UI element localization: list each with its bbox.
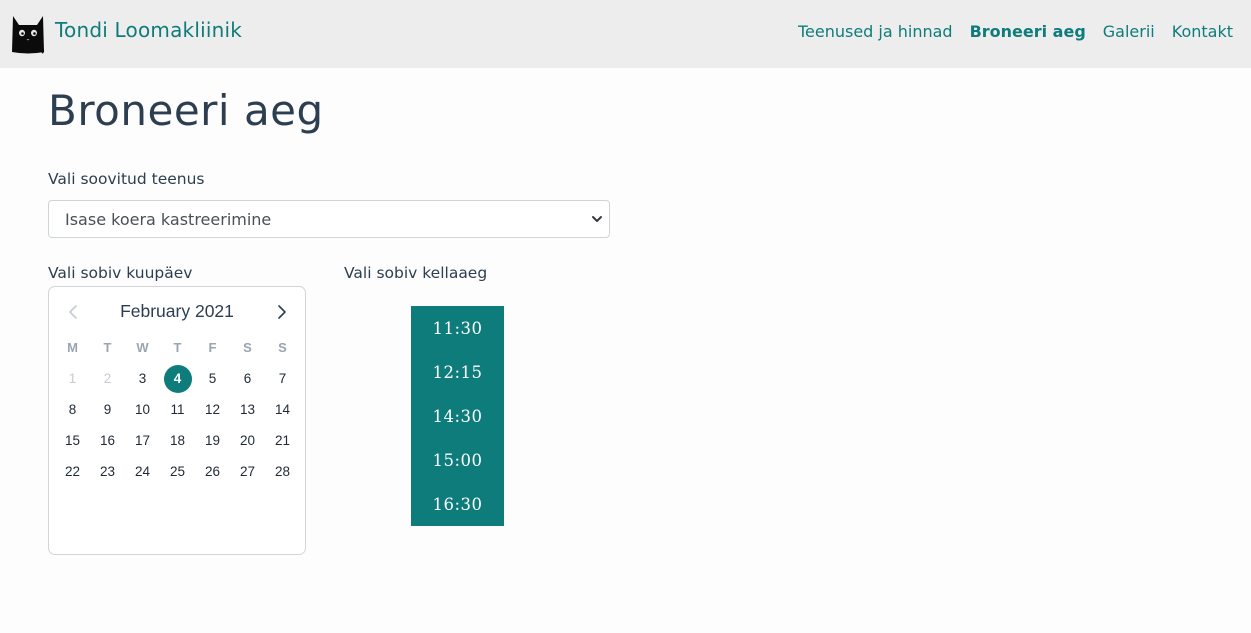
day-number: 25 bbox=[169, 464, 186, 479]
calendar-day[interactable]: 18 bbox=[160, 425, 195, 456]
day-number: 6 bbox=[243, 371, 252, 386]
service-select[interactable]: Isase koera kastreerimine bbox=[48, 200, 610, 238]
calendar-day[interactable]: 28 bbox=[265, 456, 300, 487]
chevron-right-icon[interactable] bbox=[275, 304, 289, 320]
calendar-day[interactable]: 9 bbox=[90, 394, 125, 425]
day-number: 24 bbox=[134, 464, 151, 479]
day-number: 14 bbox=[274, 402, 291, 417]
service-label: Vali soovitud teenus bbox=[48, 170, 205, 188]
time-slot-button[interactable]: 12:15 bbox=[411, 350, 504, 394]
calendar-day[interactable]: 23 bbox=[90, 456, 125, 487]
calendar-day[interactable]: 4 bbox=[160, 363, 195, 394]
calendar-day[interactable]: 24 bbox=[125, 456, 160, 487]
day-number: 10 bbox=[134, 402, 151, 417]
time-slot-button[interactable]: 11:30 bbox=[411, 306, 504, 350]
day-number: 22 bbox=[64, 464, 81, 479]
day-number: 19 bbox=[204, 433, 221, 448]
nav-link-services[interactable]: Teenused ja hinnad bbox=[798, 22, 953, 41]
calendar-day[interactable]: 14 bbox=[265, 394, 300, 425]
day-number: 15 bbox=[64, 433, 81, 448]
calendar-header: February 2021 bbox=[49, 299, 305, 325]
weekday-header: S bbox=[278, 340, 287, 355]
date-label: Vali sobiv kuupäev bbox=[48, 264, 193, 282]
page-title: Broneeri aeg bbox=[48, 86, 324, 135]
weekday-header: T bbox=[103, 340, 112, 355]
calendar-day[interactable]: 12 bbox=[195, 394, 230, 425]
time-slot-button[interactable]: 15:00 bbox=[411, 438, 504, 482]
weekday-header: S bbox=[243, 340, 252, 355]
navbar: Tondi Loomakliinik Teenused ja hinnad Br… bbox=[0, 0, 1251, 68]
nav-links: Teenused ja hinnad Broneeri aeg Galerii … bbox=[798, 22, 1233, 41]
calendar-day: 1 bbox=[55, 363, 90, 394]
day-number: 18 bbox=[169, 433, 186, 448]
service-select-value: Isase koera kastreerimine bbox=[65, 210, 272, 229]
calendar-day[interactable]: 21 bbox=[265, 425, 300, 456]
calendar-day[interactable]: 11 bbox=[160, 394, 195, 425]
nav-link-booking[interactable]: Broneeri aeg bbox=[970, 22, 1086, 41]
day-number: 7 bbox=[278, 371, 287, 386]
calendar-day[interactable]: 17 bbox=[125, 425, 160, 456]
calendar-day[interactable]: 10 bbox=[125, 394, 160, 425]
weekday-header: W bbox=[136, 340, 149, 355]
day-number: 1 bbox=[68, 371, 77, 386]
calendar-day[interactable]: 6 bbox=[230, 363, 265, 394]
nav-link-gallery[interactable]: Galerii bbox=[1103, 22, 1155, 41]
day-number: 2 bbox=[103, 371, 112, 386]
weekday-header: T bbox=[173, 340, 182, 355]
black-cat-icon bbox=[12, 16, 45, 54]
weekday-header: M bbox=[67, 340, 78, 355]
calendar-day[interactable]: 15 bbox=[55, 425, 90, 456]
brand-name: Tondi Loomakliinik bbox=[55, 18, 243, 42]
calendar-day[interactable]: 7 bbox=[265, 363, 300, 394]
time-slot-button[interactable]: 14:30 bbox=[411, 394, 504, 438]
calendar-day[interactable]: 19 bbox=[195, 425, 230, 456]
day-number: 9 bbox=[103, 402, 112, 417]
time-slot-list: 11:30 12:15 14:30 15:00 16:30 bbox=[411, 306, 504, 526]
calendar-day[interactable]: 27 bbox=[230, 456, 265, 487]
day-number: 3 bbox=[138, 371, 147, 386]
time-slot-button[interactable]: 16:30 bbox=[411, 482, 504, 526]
brand-link[interactable]: Tondi Loomakliinik bbox=[10, 12, 242, 54]
calendar-day: 2 bbox=[90, 363, 125, 394]
day-number: 23 bbox=[99, 464, 116, 479]
chevron-down-icon bbox=[592, 216, 602, 222]
calendar-day[interactable]: 20 bbox=[230, 425, 265, 456]
day-number: 20 bbox=[239, 433, 256, 448]
nav-link-contact[interactable]: Kontakt bbox=[1172, 22, 1233, 41]
calendar-day[interactable]: 13 bbox=[230, 394, 265, 425]
date-picker: February 2021 M T W T F S S 1 2 3 4 5 6 7 8 9 10 11 12 13 14… bbox=[48, 286, 306, 555]
calendar-day[interactable]: 8 bbox=[55, 394, 90, 425]
day-number: 12 bbox=[204, 402, 221, 417]
calendar-month-title: February 2021 bbox=[120, 301, 234, 321]
selected-day-number: 4 bbox=[163, 364, 192, 393]
calendar-day[interactable]: 5 bbox=[195, 363, 230, 394]
day-number: 27 bbox=[239, 464, 256, 479]
day-number: 26 bbox=[204, 464, 221, 479]
weekday-header: F bbox=[208, 340, 217, 355]
day-number: 17 bbox=[134, 433, 151, 448]
day-number: 11 bbox=[170, 402, 185, 417]
day-number: 16 bbox=[99, 433, 116, 448]
calendar-day[interactable]: 22 bbox=[55, 456, 90, 487]
calendar-day[interactable]: 26 bbox=[195, 456, 230, 487]
calendar-day[interactable]: 3 bbox=[125, 363, 160, 394]
day-number: 13 bbox=[239, 402, 256, 417]
time-label: Vali sobiv kellaaeg bbox=[344, 264, 488, 282]
day-number: 21 bbox=[274, 433, 291, 448]
calendar-grid: M T W T F S S 1 2 3 4 5 6 7 8 9 10 11 12 13 14 15 16 17 18 19 20 21… bbox=[55, 332, 301, 487]
day-number: 5 bbox=[208, 371, 217, 386]
day-number: 28 bbox=[274, 464, 291, 479]
day-number: 8 bbox=[68, 402, 77, 417]
calendar-day[interactable]: 16 bbox=[90, 425, 125, 456]
calendar-day[interactable]: 25 bbox=[160, 456, 195, 487]
